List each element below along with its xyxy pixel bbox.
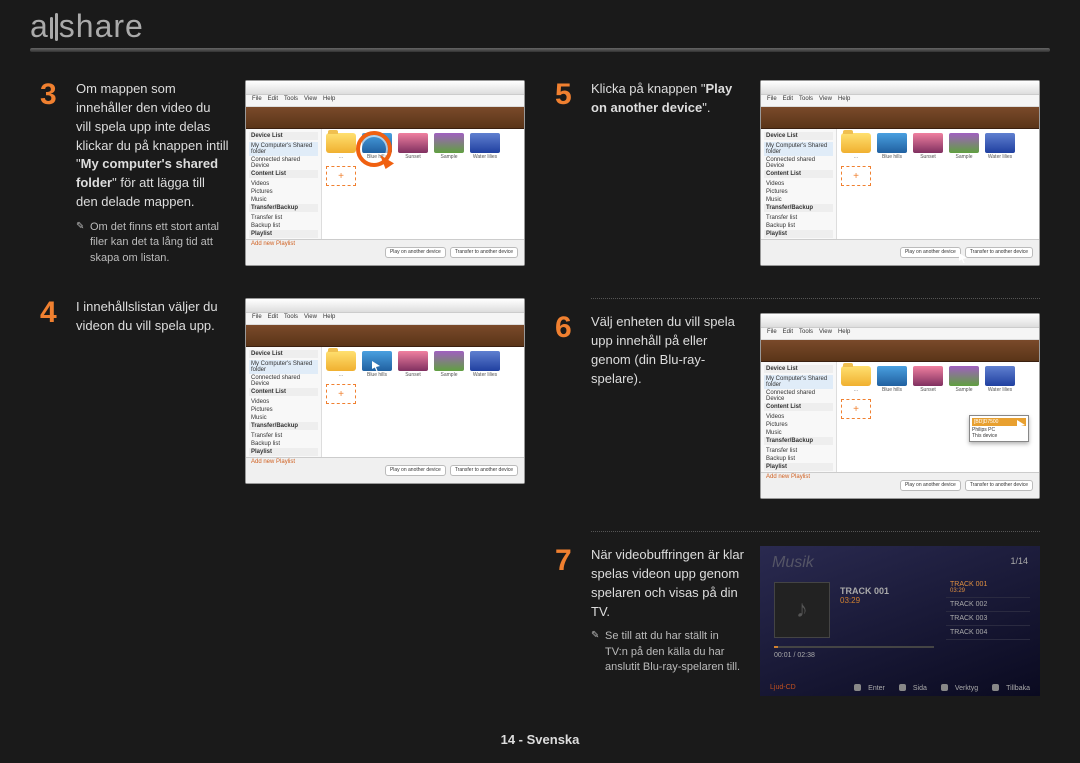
step-note: Se till att du har ställt in TV:n på den… xyxy=(591,629,744,675)
section-divider xyxy=(591,298,1040,299)
screenshot-step7-tv: Musik 1/14 ♪ TRACK 001 03:29 00:01 / 02:… xyxy=(760,546,1040,696)
window-titlebar xyxy=(246,81,524,95)
step-text: Välj enheten du vill spela upp innehåll … xyxy=(591,313,744,513)
step-3: 3 Om mappen som innehåller den video du … xyxy=(40,80,525,280)
highlight-circle-icon xyxy=(356,131,392,167)
step-5: 5 Klicka på knappen "Play on another dev… xyxy=(555,80,1040,280)
play-another-device-button: Play on another device xyxy=(385,247,446,259)
step-4: 4 I innehållslistan väljer du videon du … xyxy=(40,298,525,498)
tv-track-count: 1/14 xyxy=(1010,556,1028,566)
step-number: 6 xyxy=(555,313,579,513)
logo-b: share xyxy=(59,8,144,44)
page-footer: 14 - Svenska xyxy=(0,732,1080,747)
now-playing: TRACK 001 03:29 xyxy=(840,586,889,605)
step-text: Om mappen som innehåller den video du vi… xyxy=(76,80,229,280)
progress-bar xyxy=(774,646,934,648)
folder-icon xyxy=(326,133,356,153)
allshare-logo: ashare xyxy=(30,8,144,45)
tv-footer: Ljud-CD Enter Sida Verktyg Tillbaka xyxy=(770,684,1030,692)
window-toolbar xyxy=(246,107,524,129)
logo-a: a xyxy=(30,8,49,44)
tv-track-list: TRACK 00103:29 TRACK 002 TRACK 003 TRACK… xyxy=(946,578,1030,640)
add-folder-icon: + xyxy=(326,166,356,186)
step-note: Om det finns ett stort antal filer kan d… xyxy=(76,220,229,266)
step-6: 6 Välj enheten du vill spela upp innehål… xyxy=(555,313,1040,513)
window-menubar: FileEditToolsViewHelp xyxy=(246,95,524,107)
section-divider xyxy=(591,531,1040,532)
screenshot-step4: FileEditToolsViewHelp Device List My Com… xyxy=(245,298,525,484)
album-art-icon: ♪ xyxy=(774,582,830,638)
step-text: Klicka på knappen "Play on another devic… xyxy=(591,80,744,280)
screenshot-step3: FileEditToolsViewHelp Device List My Com… xyxy=(245,80,525,266)
step-text: När videobuffringen är klar spelas video… xyxy=(591,546,744,696)
step-7: 7 När videobuffringen är klar spelas vid… xyxy=(555,546,1040,696)
device-select-popup: [BD]D7500 Philips PC This device xyxy=(969,415,1029,442)
screenshot-step5: FileEditToolsViewHelp Device List My Com… xyxy=(760,80,1040,266)
step-text: I innehållslistan väljer du videon du vi… xyxy=(76,298,229,498)
left-column: 3 Om mappen som innehåller den video du … xyxy=(40,80,525,713)
transfer-another-device-button: Transfer to another device xyxy=(450,247,518,259)
right-column: 5 Klicka på knappen "Play on another dev… xyxy=(555,80,1040,713)
window-sidebar: Device List My Computer's Shared folder … xyxy=(246,129,322,239)
step-number: 4 xyxy=(40,298,64,498)
step-number: 3 xyxy=(40,80,64,280)
tv-header: Musik xyxy=(772,554,814,572)
step-number: 7 xyxy=(555,546,579,696)
window-content: ... Blue hills Sunset Sample Water lilie… xyxy=(322,129,524,239)
header-divider xyxy=(30,48,1050,52)
screenshot-step6: FileEditToolsViewHelp Device List My Com… xyxy=(760,313,1040,499)
step-number: 5 xyxy=(555,80,579,280)
progress-time: 00:01 / 02:38 xyxy=(774,652,815,659)
